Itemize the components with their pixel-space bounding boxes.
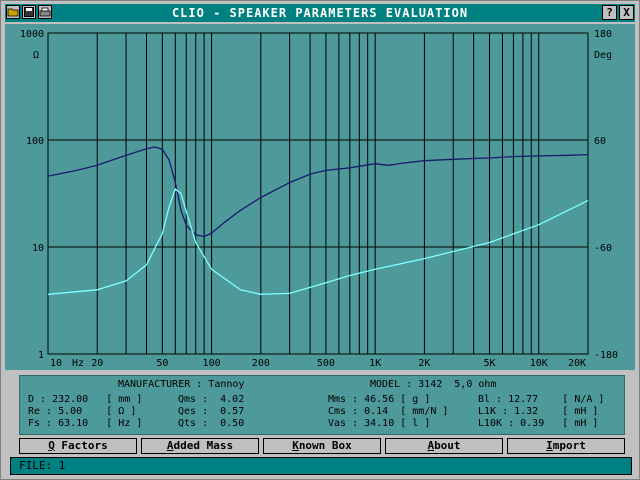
app-window: CLIO - SPEAKER PARAMETERS EVALUATION ? X… xyxy=(0,0,640,480)
param-qms: Qms : 4.02 xyxy=(178,394,245,405)
help-button[interactable]: ? xyxy=(602,5,617,20)
plot-panel: 1000 100 10 1 Ω 180 60 -60 -180 Deg 10 Hz 20 50 100 200… xyxy=(5,24,635,370)
param-l10k: L10K : 0.39 [ mH ] xyxy=(478,418,599,429)
close-button[interactable]: X xyxy=(619,5,634,20)
x-tick-label: 100 xyxy=(203,358,221,369)
left-tick-label: 100 xyxy=(26,136,44,147)
right-tick-label: -60 xyxy=(594,243,612,254)
x-tick-label: 20 xyxy=(91,358,103,369)
x-tick-label: 20K xyxy=(568,358,586,369)
param-qts: Qts : 0.50 xyxy=(178,418,245,429)
param-bl: Bl : 12.77 [ N/A ] xyxy=(478,394,605,405)
right-tick-label: -180 xyxy=(594,350,618,361)
left-tick-label: 1 xyxy=(38,350,44,361)
left-axis-unit: Ω xyxy=(33,50,39,61)
manufacturer-label: MANUFACTURER : Tannoy xyxy=(118,379,245,390)
q-factors-button[interactable]: Q Factors xyxy=(19,438,137,454)
right-tick-label: 180 xyxy=(594,29,612,40)
param-d: D : 232.00 [ mm ] xyxy=(28,394,143,405)
param-qes: Qes : 0.57 xyxy=(178,406,245,417)
known-box-button[interactable]: Known Box xyxy=(263,438,381,454)
status-file-label: FILE: 1 xyxy=(19,459,66,472)
parameters-panel: MANUFACTURER : Tannoy MODEL : 3142 5,0 o… xyxy=(19,375,625,435)
x-tick-label: 200 xyxy=(252,358,270,369)
right-axis-unit: Deg xyxy=(594,50,612,61)
param-vas: Vas : 34.10 [ l ] xyxy=(328,418,431,429)
param-cms: Cms : 0.14 [ mm/N ] xyxy=(328,406,449,417)
plot-area xyxy=(47,32,589,355)
left-tick-label: 10 xyxy=(32,243,44,254)
x-tick-label: 5K xyxy=(483,358,495,369)
param-re: Re : 5.00 [ Ω ] xyxy=(28,406,137,417)
x-tick-label: Hz xyxy=(72,358,84,369)
about-button[interactable]: About xyxy=(385,438,503,454)
window-title: CLIO - SPEAKER PARAMETERS EVALUATION xyxy=(171,6,469,20)
x-tick-label: 10K xyxy=(530,358,548,369)
param-mms: Mms : 46.56 [ g ] xyxy=(328,394,431,405)
model-label: MODEL : 3142 5,0 ohm xyxy=(370,379,497,390)
x-tick-label: 2K xyxy=(418,358,430,369)
import-button[interactable]: Import xyxy=(507,438,625,454)
x-tick-label: 1K xyxy=(369,358,381,369)
left-tick-label: 1000 xyxy=(20,29,44,40)
added-mass-button[interactable]: Added Mass xyxy=(141,438,259,454)
x-tick-label: 50 xyxy=(156,358,168,369)
title-bar: CLIO - SPEAKER PARAMETERS EVALUATION ? X xyxy=(5,4,635,22)
x-tick-label: 10 xyxy=(50,358,62,369)
param-l1k: L1K : 1.32 [ mH ] xyxy=(478,406,599,417)
x-tick-label: 500 xyxy=(317,358,335,369)
impedance-phase-chart: 1000 100 10 1 Ω 180 60 -60 -180 Deg 10 Hz 20 50 100 200… xyxy=(20,29,618,369)
param-fs: Fs : 63.10 [ Hz ] xyxy=(28,418,143,429)
save-disk-icon[interactable] xyxy=(22,5,36,19)
right-tick-label: 60 xyxy=(594,136,606,147)
open-folder-icon[interactable] xyxy=(6,5,20,19)
printer-icon[interactable] xyxy=(38,5,52,19)
status-bar: FILE: 1 xyxy=(10,457,632,475)
